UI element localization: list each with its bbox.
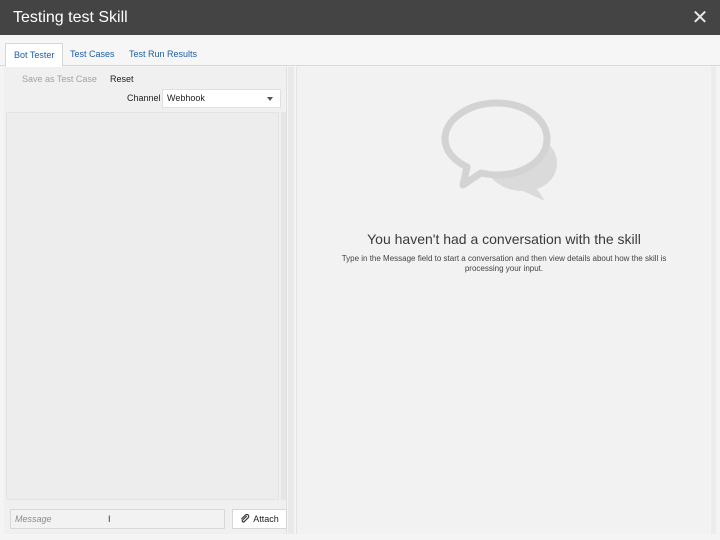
channel-select[interactable]: Webhook [162,89,281,108]
text-cursor-icon: I [108,514,111,524]
attach-label: Attach [253,514,279,524]
channel-select-value: Webhook [167,93,205,103]
conversation-details-pane: You haven't had a conversation with the … [296,67,710,534]
conversation-scrollbar[interactable] [281,112,286,500]
message-input[interactable] [10,509,225,529]
details-scrollbar[interactable] [711,67,716,534]
empty-state-title: You haven't had a conversation with the … [367,231,641,247]
tester-toolbar: Save as Test Case Reset Channel Webhook [4,67,287,108]
message-bar: I Attach [10,509,287,529]
chevron-down-icon [267,97,273,101]
tab-test-cases[interactable]: Test Cases [62,43,123,67]
dialog-title: Testing test Skill [13,8,128,26]
close-icon[interactable]: ✕ [690,8,710,28]
conversation-area[interactable] [6,112,279,500]
channel-label: Channel [127,93,161,103]
chat-bubbles-icon [441,99,557,201]
tab-bot-tester[interactable]: Bot Tester [5,43,64,67]
attach-button[interactable]: Attach [232,509,287,529]
tab-test-run-results[interactable]: Test Run Results [121,43,205,67]
reset-button[interactable]: Reset [110,73,134,85]
bot-tester-pane: Save as Test Case Reset Channel Webhook … [4,67,287,534]
empty-state-description: Type in the Message field to start a con… [341,254,667,273]
pane-divider[interactable] [288,67,294,534]
dialog-titlebar: Testing test Skill ✕ [0,0,720,35]
tab-bar: Bot Tester Test Cases Test Run Results [0,35,720,67]
paperclip-icon [241,514,250,523]
save-as-test-case-button[interactable]: Save as Test Case [22,73,97,85]
